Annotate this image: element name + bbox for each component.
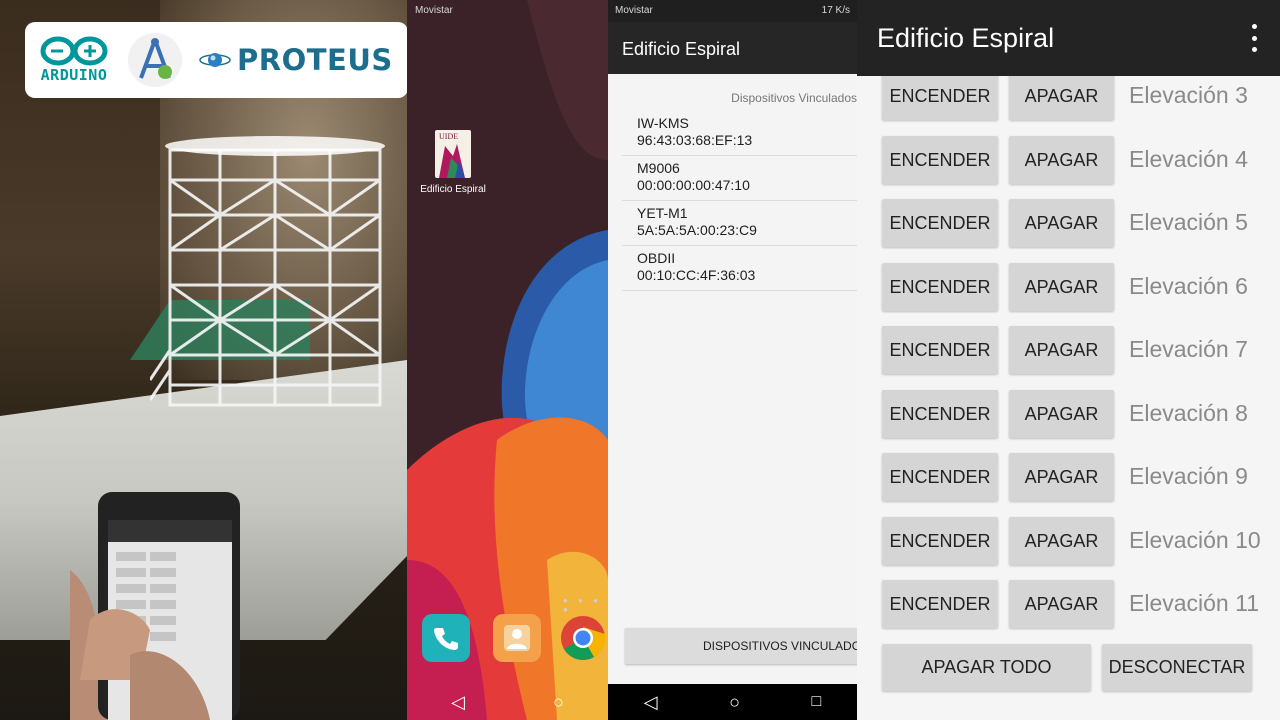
device-mac: 5A:5A:5A:00:23:C9 <box>637 222 757 238</box>
device-item-yet-m1[interactable]: YET-M1 5A:5A:5A:00:23:C9 <box>622 201 857 246</box>
recents-nav-icon[interactable]: □ <box>812 693 822 711</box>
encender-button[interactable]: ENCENDER <box>882 326 998 374</box>
contacts-icon <box>504 625 530 651</box>
elevation-row-7: ENCENDER APAGAR Elevación 7 <box>882 326 1280 374</box>
app-label: Edificio Espiral <box>420 184 486 195</box>
elevation-row-10: ENCENDER APAGAR Elevación 10 <box>882 517 1280 565</box>
device-item-iw-kms[interactable]: IW-KMS 96:43:03:68:EF:13 <box>622 111 857 156</box>
nav-bar: ◁ ○ <box>407 684 608 720</box>
elevation-label: Elevación 11 <box>1129 590 1259 616</box>
app-title: Edificio Espiral <box>622 39 741 59</box>
arduino-logo-text: ARDUINO <box>40 66 108 84</box>
elevation-row-3: ENCENDER APAGAR Elevación 3 <box>882 72 1280 120</box>
encender-button[interactable]: ENCENDER <box>882 390 998 438</box>
app-bar: Edificio Espiral <box>857 0 1280 76</box>
elevation-label: Elevación 7 <box>1129 336 1248 362</box>
proteus-globe-icon <box>199 53 231 67</box>
apagar-button[interactable]: APAGAR <box>1009 199 1114 247</box>
page-indicator: ● ● ● ● <box>563 596 602 614</box>
arduino-infinity-icon <box>40 36 108 66</box>
phone-app-button[interactable] <box>422 614 470 662</box>
phone-in-hand <box>70 492 240 720</box>
elevation-row-9: ENCENDER APAGAR Elevación 9 <box>882 453 1280 501</box>
logo-banner: ARDUINO PROTEUS <box>25 22 407 98</box>
building-model <box>150 136 385 407</box>
elevation-label: Elevación 5 <box>1129 209 1248 235</box>
device-name: YET-M1 <box>637 205 688 221</box>
elevation-label: Elevación 3 <box>1129 82 1248 108</box>
list-title: Dispositivos Vinculados <box>731 91 857 105</box>
phone-icon <box>434 628 458 650</box>
device-name: M9006 <box>637 160 680 176</box>
back-nav-icon[interactable]: ◁ <box>644 692 658 713</box>
elevation-label: Elevación 6 <box>1129 273 1248 299</box>
status-bar: Movistar <box>407 0 608 22</box>
elevation-label: Elevación 9 <box>1129 463 1248 489</box>
app-title: Edificio Espiral <box>877 23 1055 53</box>
home-screen: Movistar UIDE Edificio Espiral ● ● ● ● ◁… <box>407 0 608 720</box>
encender-button[interactable]: ENCENDER <box>882 580 998 628</box>
elevation-row-4: ENCENDER APAGAR Elevación 4 <box>882 136 1280 184</box>
apagar-button[interactable]: APAGAR <box>1009 390 1114 438</box>
elevation-label: Elevación 4 <box>1129 146 1248 172</box>
home-nav-icon[interactable]: ○ <box>553 692 564 713</box>
uide-app-icon: UIDE <box>435 130 471 178</box>
device-item-m9006[interactable]: M9006 00:00:00:00:47:10 <box>622 156 857 201</box>
apagar-button[interactable]: APAGAR <box>1009 263 1114 311</box>
device-mac: 00:00:00:00:47:10 <box>637 177 750 193</box>
nav-bar: ◁ ○ □ <box>608 684 857 720</box>
contacts-app-button[interactable] <box>493 614 541 662</box>
elevation-row-6: ENCENDER APAGAR Elevación 6 <box>882 263 1280 311</box>
overflow-menu-icon[interactable] <box>1248 24 1260 52</box>
proteus-logo: PROTEUS <box>199 43 393 77</box>
encender-button[interactable]: ENCENDER <box>882 199 998 247</box>
elevation-row-11: ENCENDER APAGAR Elevación 11 <box>882 580 1280 628</box>
apagar-button[interactable]: APAGAR <box>1009 453 1114 501</box>
control-screen: ENCENDER APAGAR Elevación 3 ENCENDER APA… <box>857 0 1280 720</box>
devices-screen: Movistar 17 K/s Edificio Espiral Disposi… <box>608 0 857 720</box>
back-nav-icon[interactable]: ◁ <box>451 692 465 713</box>
status-bar: Movistar 17 K/s <box>608 0 857 22</box>
elevation-label: Elevación 8 <box>1129 400 1248 426</box>
photo-panel: ARDUINO PROTEUS <box>0 0 407 720</box>
encender-button[interactable]: ENCENDER <box>882 72 998 120</box>
carrier-label: Movistar <box>615 5 653 16</box>
encender-button[interactable]: ENCENDER <box>882 136 998 184</box>
elevation-row-8: ENCENDER APAGAR Elevación 8 <box>882 390 1280 438</box>
encender-button[interactable]: ENCENDER <box>882 453 998 501</box>
encender-button[interactable]: ENCENDER <box>882 263 998 311</box>
device-name: IW-KMS <box>637 115 689 131</box>
device-mac: 96:43:03:68:EF:13 <box>637 132 753 148</box>
apagar-button[interactable]: APAGAR <box>1009 326 1114 374</box>
chrome-app-button[interactable] <box>559 614 607 662</box>
elevation-row-5: ENCENDER APAGAR Elevación 5 <box>882 199 1280 247</box>
device-name: OBDII <box>637 250 676 266</box>
app-icon-edificio-espiral[interactable]: UIDE Edificio Espiral <box>413 130 493 195</box>
apagar-button[interactable]: APAGAR <box>1009 517 1114 565</box>
proteus-logo-text: PROTEUS <box>237 43 393 77</box>
home-nav-icon[interactable]: ○ <box>729 692 740 713</box>
app-bar: Edificio Espiral <box>608 22 857 74</box>
carrier-label: Movistar <box>415 5 453 16</box>
chrome-icon <box>561 616 606 660</box>
network-speed-label: 17 K/s <box>821 5 850 16</box>
arduino-logo: ARDUINO <box>37 36 111 84</box>
apagar-button[interactable]: APAGAR <box>1009 136 1114 184</box>
android-studio-icon <box>128 33 182 87</box>
elevation-label: Elevación 10 <box>1129 527 1261 553</box>
encender-button[interactable]: ENCENDER <box>882 517 998 565</box>
desconectar-button[interactable]: DESCONECTAR <box>1102 644 1252 691</box>
linked-devices-button[interactable]: DISPOSITIVOS VINCULADOS <box>625 628 857 664</box>
apagar-button[interactable]: APAGAR <box>1009 580 1114 628</box>
apagar-todo-button[interactable]: APAGAR TODO <box>882 644 1091 691</box>
device-item-obdii[interactable]: OBDII 00:10:CC:4F:36:03 <box>622 246 857 291</box>
device-mac: 00:10:CC:4F:36:03 <box>637 267 756 283</box>
apagar-button[interactable]: APAGAR <box>1009 72 1114 120</box>
